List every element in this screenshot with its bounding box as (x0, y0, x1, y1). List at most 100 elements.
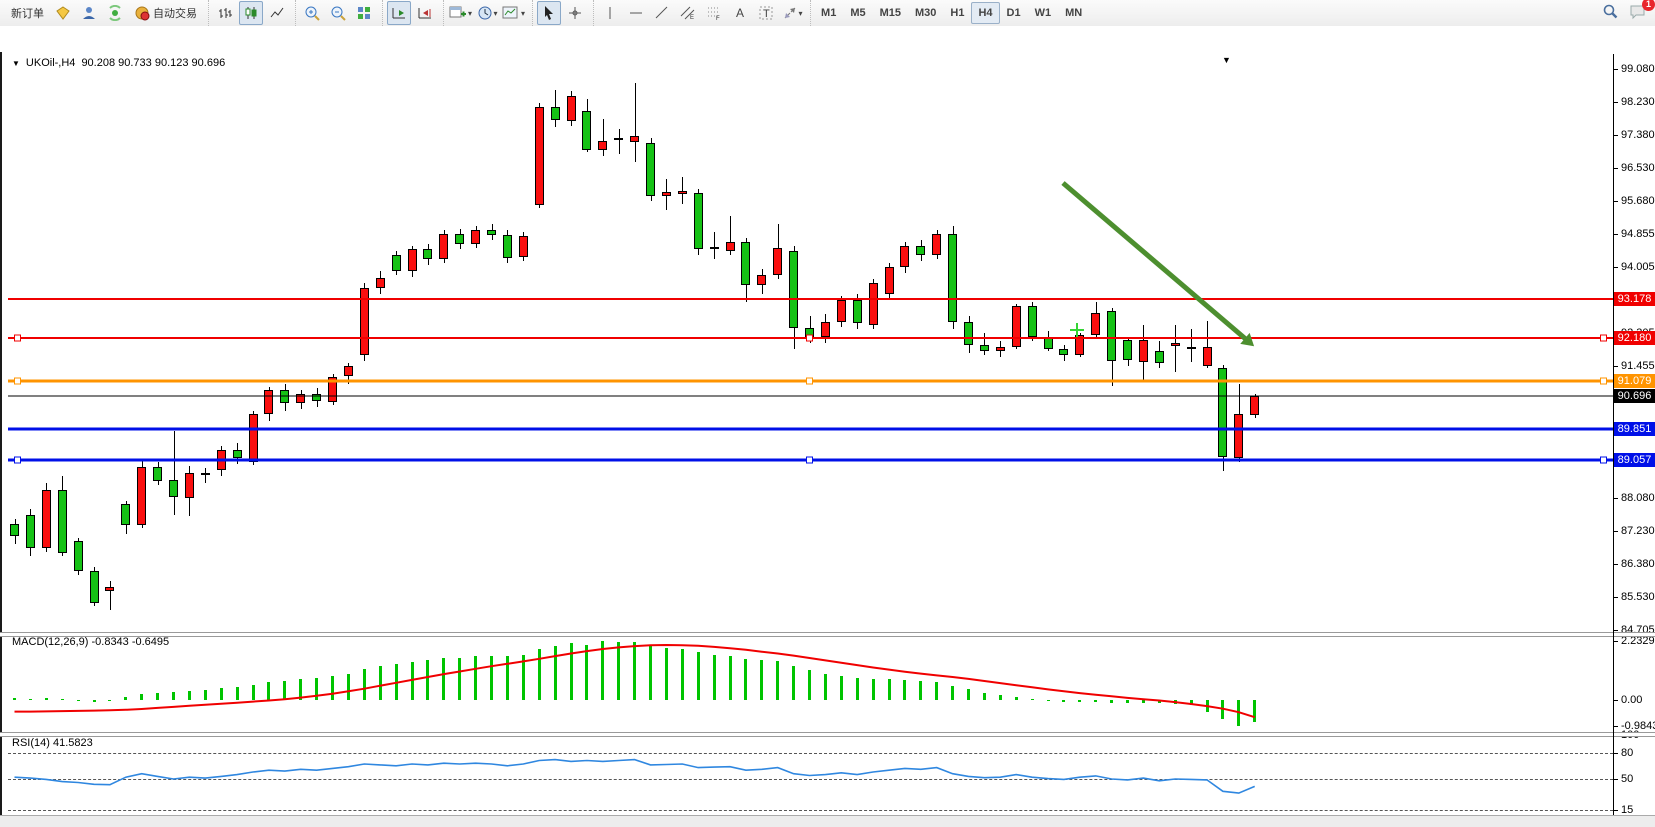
candle (1187, 347, 1196, 349)
macd-histogram-bar (776, 661, 779, 700)
vertical-line-icon[interactable] (598, 1, 622, 25)
timeframe-m30[interactable]: M30 (908, 2, 943, 24)
line-selection-handle[interactable] (1600, 377, 1607, 384)
rsi-level-line (8, 810, 1613, 811)
candle (932, 234, 941, 256)
pane-separator-macd[interactable] (0, 632, 1655, 637)
arrows-icon[interactable]: ▾ (780, 1, 804, 25)
line-selection-handle[interactable] (806, 456, 813, 463)
macd-histogram-bar (252, 685, 255, 700)
line-selection-handle[interactable] (1600, 456, 1607, 463)
fibonacci-icon[interactable]: F (702, 1, 726, 25)
bar-chart-icon[interactable] (213, 1, 237, 25)
macd-histogram-bar (903, 680, 906, 700)
candle (535, 107, 544, 205)
auto-trading-label: 自动交易 (153, 5, 197, 21)
candle (105, 587, 114, 591)
new-chart-icon[interactable]: ▾ (448, 1, 473, 25)
timeframe-d1[interactable]: D1 (1000, 2, 1028, 24)
macd-histogram-bar (108, 700, 111, 701)
macd-histogram-bar (1158, 700, 1161, 703)
macd-histogram-bar (856, 678, 859, 701)
macd-histogram-bar (983, 693, 986, 700)
timeframe-h1[interactable]: H1 (943, 2, 971, 24)
search-icon[interactable] (1602, 3, 1619, 23)
line-selection-handle[interactable] (14, 334, 21, 341)
macd-histogram-bar (61, 699, 64, 700)
toolbar-group-zoom (295, 0, 380, 26)
line-selection-handle[interactable] (1600, 334, 1607, 341)
macd-histogram-bar (729, 656, 732, 700)
candle (1091, 313, 1100, 335)
macd-values: -0.8343 -0.6495 (91, 636, 169, 648)
text-icon[interactable]: A (728, 1, 752, 25)
macd-histogram-bar (13, 698, 16, 700)
macd-histogram-bar (570, 643, 573, 700)
trendline-icon[interactable] (650, 1, 674, 25)
equidistant-channel-icon[interactable]: E (676, 1, 700, 25)
macd-histogram-bar (411, 662, 414, 700)
macd-histogram-bar (554, 646, 557, 700)
dropdown-caret: ▾ (521, 9, 525, 18)
candle (726, 242, 735, 251)
horizontal-line-icon[interactable] (624, 1, 648, 25)
macd-histogram-bar (1047, 700, 1050, 701)
candle (201, 473, 210, 475)
tile-windows-icon[interactable] (352, 1, 376, 25)
macd-histogram-bar (935, 682, 938, 701)
chart-dropdown-icon[interactable]: ▼ (12, 59, 20, 68)
rsi-level-line (8, 753, 1613, 754)
toolbar-group-timeframes: M1M5M15M30H1H4D1W1MN (810, 0, 1092, 26)
cross-marker (1070, 329, 1084, 331)
candle (630, 136, 639, 142)
timeframe-m5[interactable]: M5 (843, 2, 872, 24)
timeframe-m1[interactable]: M1 (814, 2, 843, 24)
timeframe-m15[interactable]: M15 (873, 2, 908, 24)
line-selection-handle[interactable] (806, 377, 813, 384)
text-label-icon[interactable]: T (754, 1, 778, 25)
period-icon[interactable]: ▾ (475, 1, 499, 25)
candle-wick (714, 232, 715, 259)
candle (1155, 351, 1164, 363)
macd-histogram-bar (236, 687, 239, 700)
candle (1250, 396, 1259, 415)
horizontal-line-object[interactable] (8, 298, 1613, 300)
cursor-icon[interactable] (537, 1, 561, 25)
line-selection-handle[interactable] (14, 377, 21, 384)
candlestick-chart-icon[interactable] (239, 1, 263, 25)
horizontal-line-object[interactable] (8, 427, 1613, 430)
horizontal-line-object[interactable] (8, 395, 1613, 396)
auto-trading-button[interactable]: 自动交易 (129, 1, 202, 25)
new-order-button[interactable]: 新订单 (6, 1, 49, 25)
macd-histogram-bar (140, 694, 143, 700)
signal-icon[interactable] (103, 1, 127, 25)
profile-icon[interactable] (77, 1, 101, 25)
timeframe-mn[interactable]: MN (1058, 2, 1089, 24)
rsi-label: RSI(14) 41.5823 (12, 737, 93, 749)
line-selection-handle[interactable] (14, 456, 21, 463)
chart-area[interactable]: ▼ UKOil-,H4 90.208 90.733 90.123 90.696 … (0, 26, 1655, 815)
line-chart-icon[interactable] (265, 1, 289, 25)
chat-button[interactable]: 1 (1629, 4, 1647, 23)
zoom-out-icon[interactable] (326, 1, 350, 25)
macd-histogram-bar (188, 691, 191, 700)
candle (1203, 347, 1212, 366)
auto-scroll-icon[interactable] (387, 1, 411, 25)
chart-shift-icon[interactable] (413, 1, 437, 25)
candle (710, 247, 719, 250)
price-axis-border (1613, 54, 1614, 823)
line-selection-handle[interactable] (806, 334, 813, 341)
pane-separator-rsi[interactable] (0, 732, 1655, 737)
timeframe-h4[interactable]: H4 (971, 2, 999, 24)
chart-shift-marker[interactable]: ▼ (1222, 55, 1231, 65)
crosshair-icon[interactable] (563, 1, 587, 25)
price-tick-label: 87.230 (1621, 525, 1655, 537)
templates-icon[interactable]: ▾ (501, 1, 526, 25)
candle (10, 524, 19, 536)
price-tick-label: 94.005 (1621, 261, 1655, 273)
zoom-in-icon[interactable] (300, 1, 324, 25)
price-tick-label: 85.530 (1621, 591, 1655, 603)
gem-icon[interactable] (51, 1, 75, 25)
timeframe-w1[interactable]: W1 (1028, 2, 1059, 24)
status-bar (0, 815, 1655, 827)
